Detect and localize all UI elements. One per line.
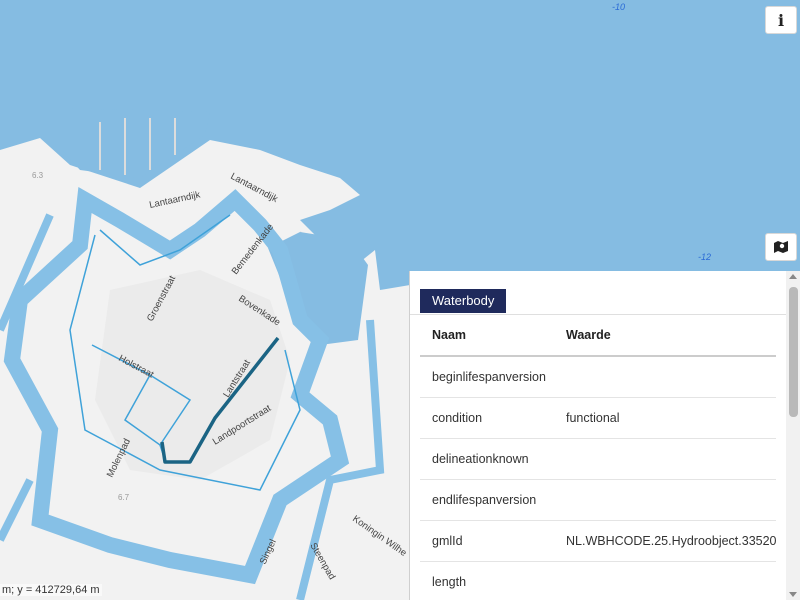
spot-height: 6.7 [118, 493, 130, 502]
attribute-value: NL.WBHCODE.25.Hydroobject.33520 [566, 534, 777, 548]
table-header: Naam Waarde [420, 315, 776, 357]
table-row: delineationknown [420, 439, 776, 480]
attribute-key: beginlifespanversion [432, 370, 546, 384]
depth-label: -10 [612, 2, 626, 12]
spot-height: 6.3 [32, 171, 44, 180]
column-header-value: Waarde [566, 328, 611, 342]
table-row: endlifespanversion [420, 480, 776, 521]
scroll-down-arrow-icon[interactable] [789, 592, 797, 597]
attribute-key: delineationknown [432, 452, 529, 466]
info-icon: i [777, 10, 785, 30]
scrollbar-thumb[interactable] [789, 287, 798, 417]
depth-label: -12 [698, 252, 712, 262]
column-header-name: Naam [432, 328, 467, 342]
feature-info-panel: Waterbody Naam Waarde beginlifespanversi… [409, 271, 800, 600]
map-layers-icon [774, 241, 788, 253]
table-row: condition functional [420, 398, 776, 439]
attribute-key: length [432, 575, 467, 589]
scroll-up-arrow-icon[interactable] [789, 274, 797, 279]
attribute-value: functional [566, 411, 620, 425]
layers-button[interactable] [765, 233, 797, 261]
attribute-key: gmlId [432, 534, 463, 548]
table-row: gmlId NL.WBHCODE.25.Hydroobject.33520 [420, 521, 777, 562]
table-row: length [420, 562, 776, 600]
scrollbar[interactable] [786, 271, 800, 600]
tab-waterbody[interactable]: Waterbody [420, 289, 507, 313]
attribute-key: endlifespanversion [432, 493, 537, 507]
coordinate-readout: m; y = 412729,64 m [0, 584, 102, 596]
attribute-key: condition [432, 411, 483, 425]
info-button[interactable]: i [765, 6, 797, 34]
table-row: beginlifespanversion [420, 357, 776, 398]
attribute-table: Naam Waarde beginlifespanversion conditi… [420, 315, 777, 600]
